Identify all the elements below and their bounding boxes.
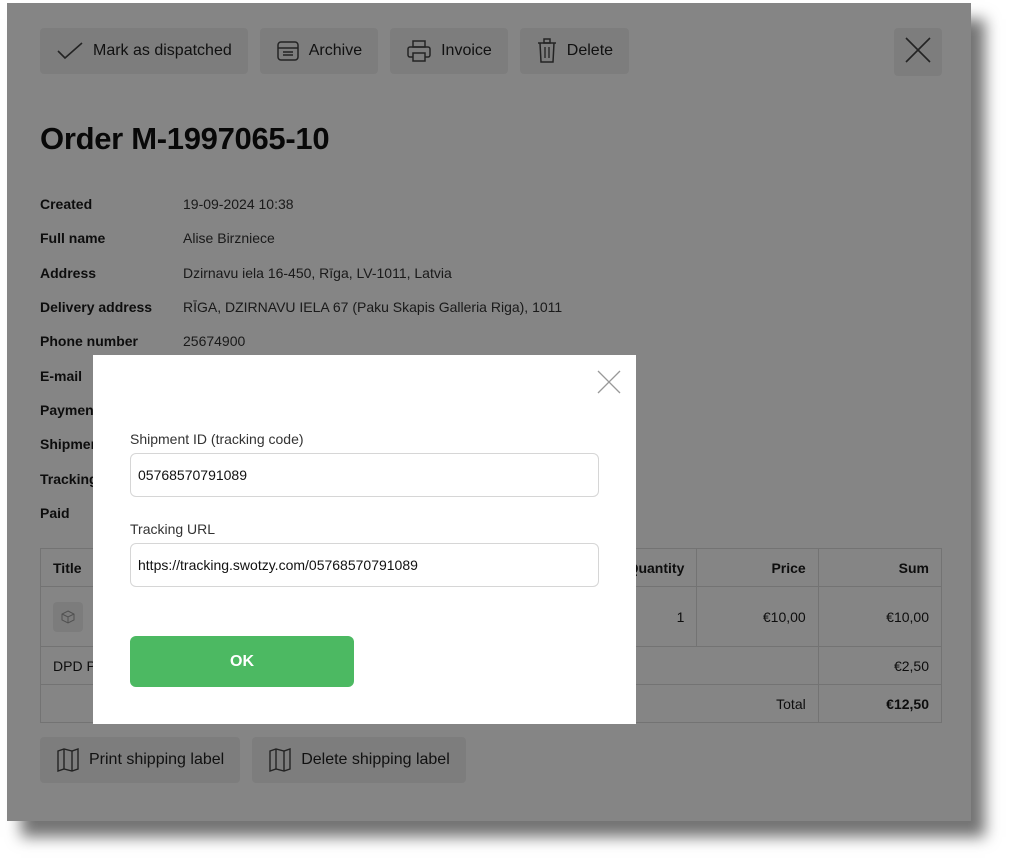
modal-close-button[interactable]: [596, 369, 622, 395]
tracking-url-label: Tracking URL: [130, 521, 216, 537]
tracking-url-input[interactable]: [130, 543, 599, 587]
tracking-modal: Shipment ID (tracking code) Tracking URL…: [93, 355, 636, 724]
shipment-id-label: Shipment ID (tracking code): [130, 431, 304, 447]
close-icon: [596, 370, 622, 399]
shipment-id-input[interactable]: [130, 453, 599, 497]
ok-button[interactable]: OK: [130, 636, 354, 687]
